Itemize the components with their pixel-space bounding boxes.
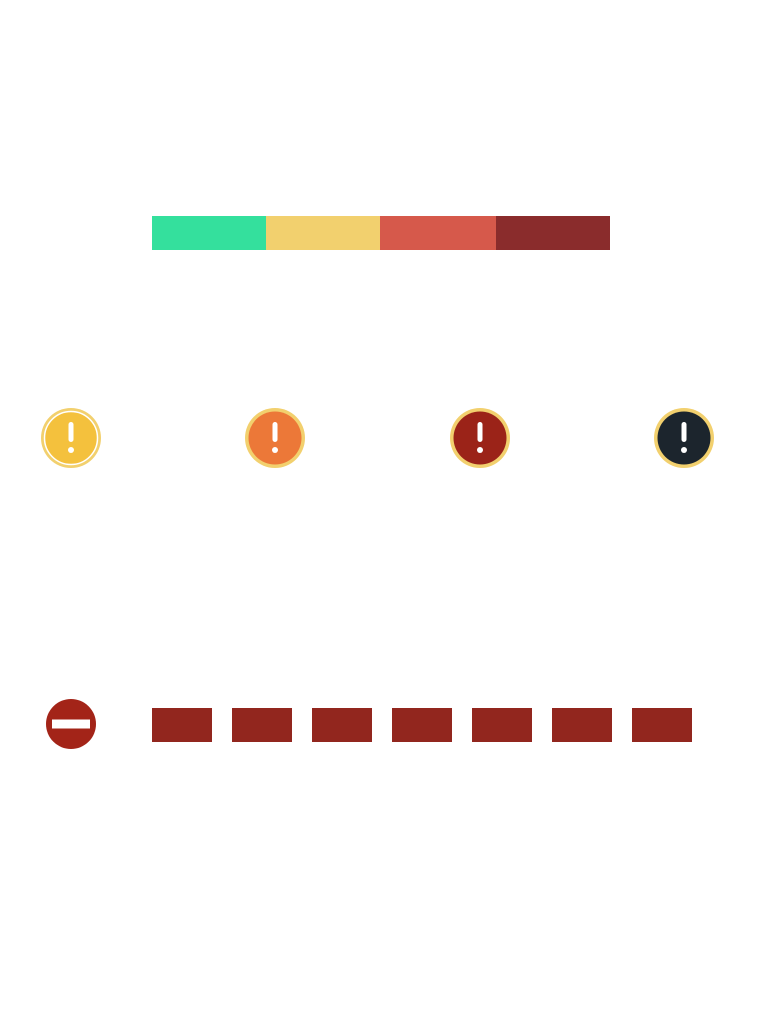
exclamation-icon-yellow xyxy=(40,407,102,469)
blocked-block xyxy=(552,708,612,742)
blocked-block xyxy=(312,708,372,742)
severity-scale-segment xyxy=(266,216,380,250)
severity-scale-segment xyxy=(496,216,610,250)
exclamation-icon-orange xyxy=(244,407,306,469)
no-entry-icon xyxy=(44,697,98,751)
exclamation-icon-black xyxy=(653,407,715,469)
severity-scale-segment xyxy=(152,216,266,250)
exclamation-icon-red xyxy=(449,407,511,469)
severity-scale-segment xyxy=(380,216,496,250)
severity-scale xyxy=(152,216,610,250)
blocked-row xyxy=(152,708,692,742)
blocked-block xyxy=(632,708,692,742)
blocked-block xyxy=(152,708,212,742)
blocked-block xyxy=(392,708,452,742)
blocked-block xyxy=(232,708,292,742)
blocked-block xyxy=(472,708,532,742)
